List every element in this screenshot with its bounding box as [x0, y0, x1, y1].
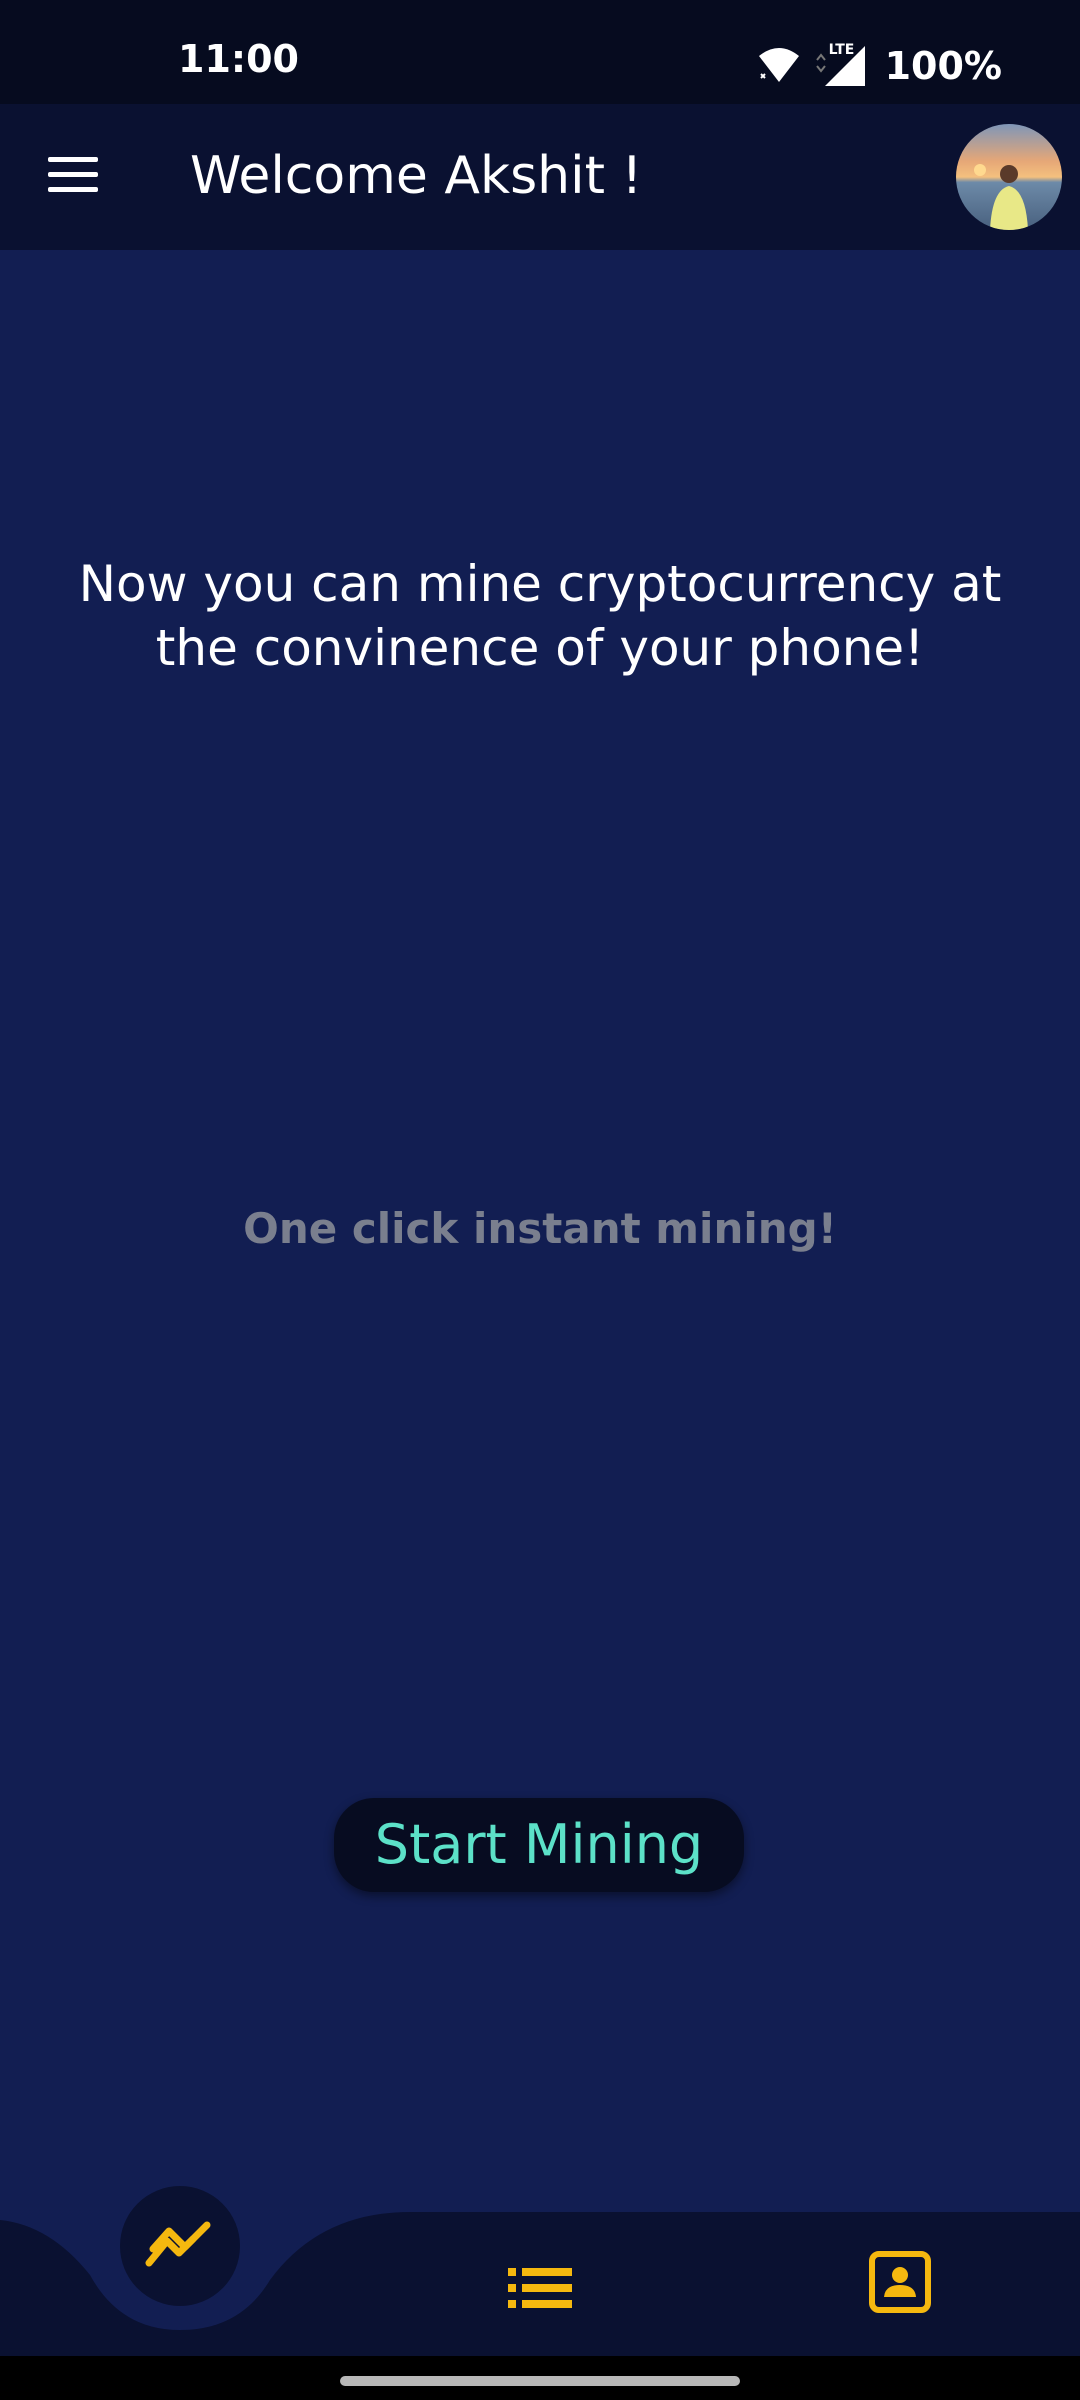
screen: 11:00 LTE 100% Welcome Akshit ! Now you …: [0, 0, 1080, 2400]
page-title: Welcome Akshit !: [190, 146, 643, 206]
menu-button[interactable]: [30, 142, 116, 212]
system-gesture-bar: [0, 2356, 1080, 2400]
status-icons: LTE 100%: [757, 42, 1002, 88]
tagline-text: One click instant mining!: [243, 1204, 837, 1253]
status-time: 11:00: [178, 37, 299, 81]
profile-card-icon: [869, 2251, 931, 2317]
nav-item-mining[interactable]: [120, 2186, 240, 2306]
bottom-nav: [0, 2180, 1080, 2360]
nav-item-list[interactable]: [500, 2260, 580, 2320]
trending-chart-icon: [145, 2219, 215, 2273]
network-type-label: LTE: [828, 42, 855, 58]
status-bar: 11:00 LTE 100%: [0, 0, 1080, 104]
app-bar: Welcome Akshit !: [0, 104, 1080, 250]
headline-text: Now you can mine cryptocurrency at the c…: [78, 555, 1002, 677]
list-icon: [508, 2266, 572, 2314]
avatar[interactable]: [956, 124, 1062, 230]
nav-item-profile[interactable]: [862, 2246, 938, 2322]
wifi-icon: [757, 44, 801, 88]
battery-level: 100%: [884, 44, 1002, 88]
hamburger-menu-icon: [48, 157, 98, 197]
home-gesture-handle[interactable]: [340, 2376, 740, 2386]
signal-icon: LTE: [815, 42, 867, 88]
start-mining-button[interactable]: Start Mining: [334, 1798, 744, 1892]
